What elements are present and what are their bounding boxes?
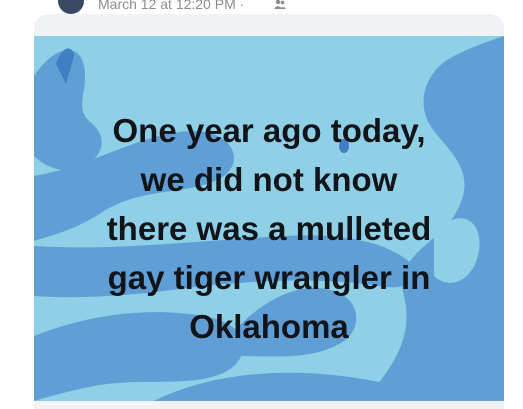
post-footer bbox=[34, 401, 504, 409]
friends-icon[interactable] bbox=[274, 0, 286, 9]
caption-line: we did not know bbox=[140, 161, 398, 198]
timestamp-text[interactable]: March 12 at 12:20 PM bbox=[98, 0, 236, 12]
separator-dot: · bbox=[239, 0, 245, 12]
caption-line: One year ago today, bbox=[112, 112, 426, 149]
post-image[interactable]: One year ago today, we did not know ther… bbox=[34, 36, 504, 401]
post-timestamp[interactable]: March 12 at 12:20 PM · bbox=[98, 0, 244, 12]
caption-line: there was a mulleted bbox=[106, 210, 432, 247]
caption-line: Oklahoma bbox=[189, 308, 349, 345]
post-card: One year ago today, we did not know ther… bbox=[34, 14, 504, 409]
post: March 12 at 12:20 PM · One year ago toda… bbox=[0, 0, 523, 409]
image-caption: One year ago today, we did not know ther… bbox=[34, 106, 504, 351]
avatar[interactable] bbox=[58, 0, 84, 14]
caption-line: gay tiger wrangler in bbox=[107, 259, 431, 296]
